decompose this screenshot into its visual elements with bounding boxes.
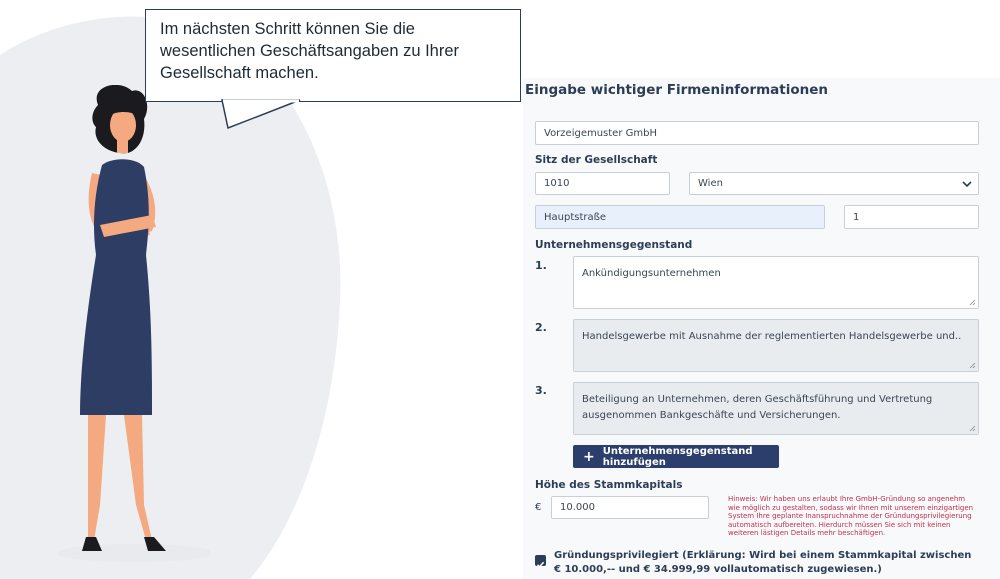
speech-bubble-tail bbox=[221, 99, 301, 130]
resize-handle-icon[interactable] bbox=[969, 299, 976, 306]
purpose-number-2: 2. bbox=[535, 321, 547, 334]
capital-hint: Hinweis: Wir haben uns erlaubt Ihre GmbH… bbox=[728, 495, 974, 538]
purpose-number-3: 3. bbox=[535, 384, 547, 397]
street-input[interactable]: Hauptstraße bbox=[535, 205, 825, 229]
purpose-textarea-3[interactable]: Beteiligung an Unternehmen, deren Geschä… bbox=[573, 382, 979, 435]
purpose-text-1: Ankündigungsunternehmen bbox=[582, 268, 721, 279]
capital-input[interactable]: 10.000 bbox=[551, 496, 709, 519]
city-select-value: Wien bbox=[698, 178, 723, 189]
purpose-text-2: Handelsgewerbe mit Ausnahme der reglemen… bbox=[582, 331, 962, 342]
seat-label: Sitz der Gesellschaft bbox=[535, 154, 658, 166]
add-purpose-button-label: Unternehmensgegenstand hinzufügen bbox=[602, 445, 753, 468]
purpose-textarea-2[interactable]: Handelsgewerbe mit Ausnahme der reglemen… bbox=[573, 319, 979, 372]
purpose-text-3: Beteiligung an Unternehmen, deren Geschä… bbox=[582, 394, 933, 421]
add-purpose-button[interactable]: + Unternehmensgegenstand hinzufügen bbox=[573, 445, 779, 468]
privilege-checkbox-label: Gründungsprivilegiert (Erklärung: Wird b… bbox=[554, 550, 972, 575]
capital-label: Höhe des Stammkapitals bbox=[535, 479, 683, 491]
company-name-input[interactable]: Vorzeigemuster GmbH bbox=[535, 121, 979, 145]
privilege-checkbox[interactable] bbox=[535, 555, 546, 568]
currency-symbol: € bbox=[535, 502, 542, 513]
city-select[interactable]: Wien bbox=[689, 172, 979, 195]
purpose-textarea-1[interactable]: Ankündigungsunternehmen bbox=[573, 256, 979, 309]
purpose-label: Unternehmensgegenstand bbox=[535, 239, 693, 251]
chevron-down-icon bbox=[962, 181, 972, 188]
plus-icon: + bbox=[583, 448, 595, 465]
zip-input[interactable]: 1010 bbox=[535, 172, 670, 195]
woman-illustration bbox=[57, 85, 210, 562]
checkmark-icon bbox=[536, 561, 545, 568]
resize-handle-icon[interactable] bbox=[969, 362, 976, 369]
house-number-input[interactable]: 1 bbox=[844, 205, 979, 229]
purpose-number-1: 1. bbox=[535, 259, 547, 272]
resize-handle-icon[interactable] bbox=[969, 425, 976, 432]
panel-title: Eingabe wichtiger Firmeninformationen bbox=[525, 82, 829, 98]
